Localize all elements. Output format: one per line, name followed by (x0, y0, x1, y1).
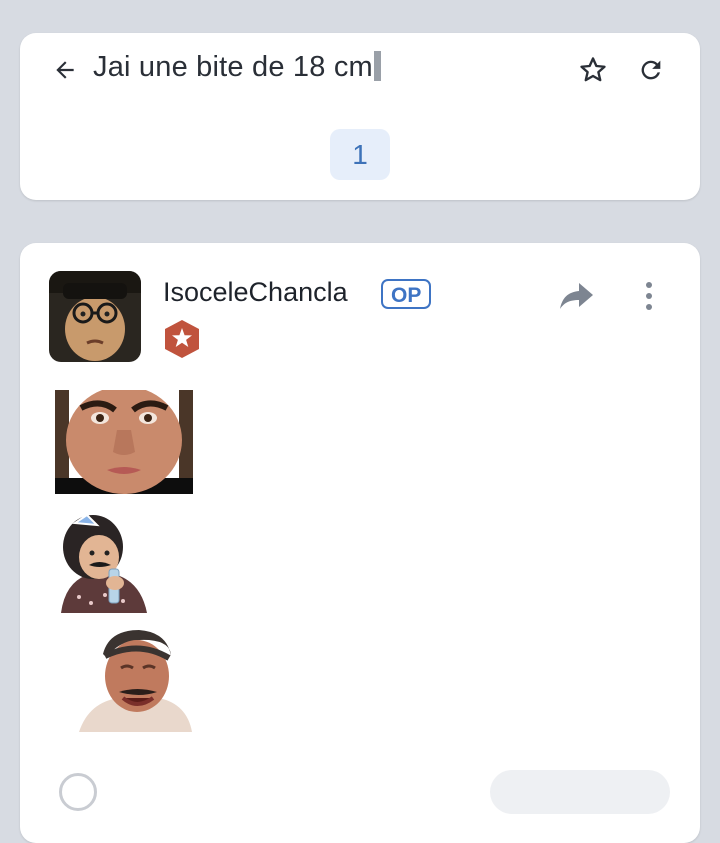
reaction-icon[interactable] (59, 773, 97, 811)
op-badge: OP (381, 279, 432, 309)
refresh-icon (641, 60, 661, 80)
post-card: IsoceleChancla OP (20, 243, 700, 843)
rank-star-badge-icon (161, 318, 203, 360)
share-button[interactable] (557, 279, 597, 313)
back-button[interactable] (50, 55, 80, 85)
page-number-current[interactable]: 1 (330, 129, 390, 180)
post-author-name[interactable]: IsoceleChancla (163, 277, 348, 308)
arrow-left-icon (56, 61, 74, 79)
topic-title: Jai une bite de 18 cm (93, 51, 381, 84)
cristiano-face-sticker[interactable] (55, 386, 193, 494)
star-outline-icon (580, 57, 606, 82)
laughing-man-sticker[interactable] (79, 628, 192, 732)
refresh-button[interactable] (634, 53, 668, 87)
favorite-button[interactable] (576, 53, 610, 87)
text-caret (373, 51, 381, 81)
avatar[interactable] (49, 271, 141, 362)
more-options-button[interactable] (632, 277, 666, 315)
reply-pill-button[interactable] (490, 770, 670, 814)
child-mustache-sticker[interactable] (57, 513, 148, 613)
topic-header-card: Jai une bite de 18 cm 1 (20, 33, 700, 200)
share-arrow-icon (560, 283, 593, 309)
more-vertical-icon (646, 282, 652, 310)
